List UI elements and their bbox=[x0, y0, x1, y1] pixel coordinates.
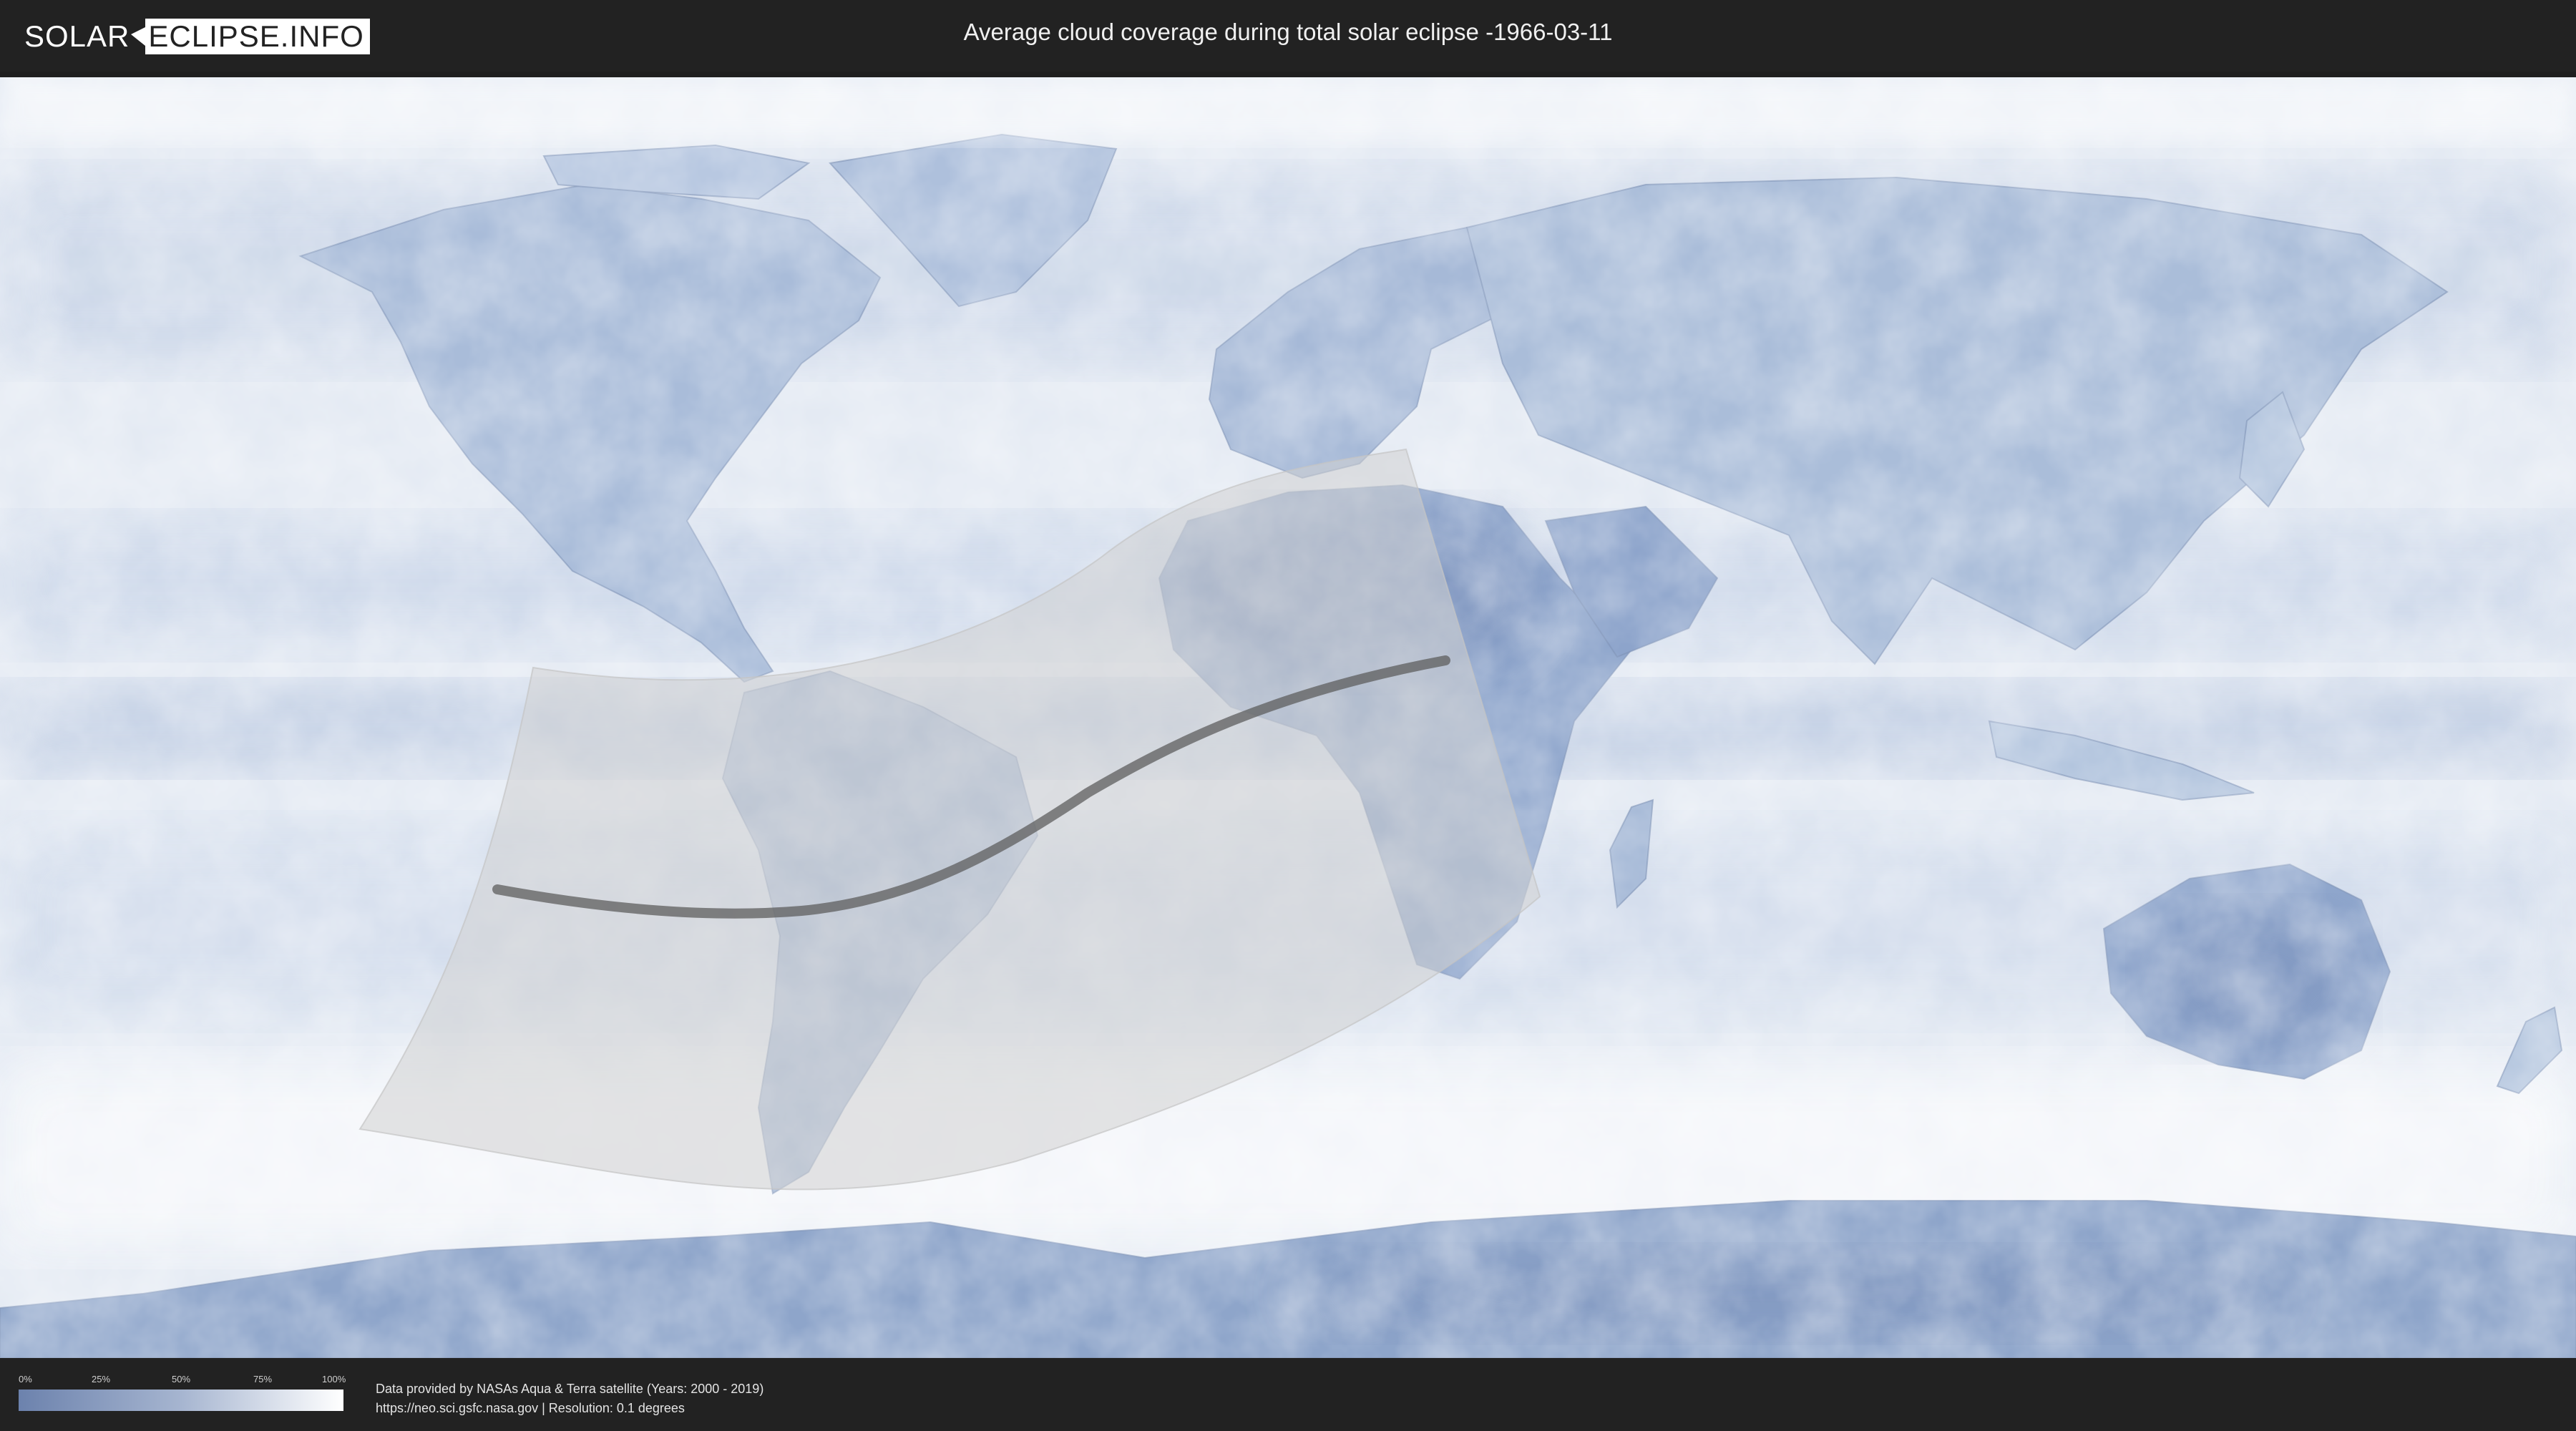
data-credits: Data provided by NASAs Aqua & Terra sate… bbox=[376, 1379, 763, 1418]
legend-tick-50: 50% bbox=[172, 1374, 191, 1384]
polar-haze bbox=[0, 77, 2576, 142]
footer-bar: 0% 25% 50% 75% 100% Data provided by NAS… bbox=[0, 1358, 2576, 1431]
credit-source: Data provided by NASAs Aqua & Terra sate… bbox=[376, 1382, 764, 1396]
cloud-coverage-map[interactable] bbox=[0, 77, 2576, 1358]
header-bar: SOLAR ECLIPSE.INFO Average cloud coverag… bbox=[0, 0, 2576, 72]
legend-tick-25: 25% bbox=[92, 1374, 111, 1384]
credit-url[interactable]: https://neo.sci.gsfc.nasa.gov | Resoluti… bbox=[376, 1399, 763, 1418]
page-title: Average cloud coverage during total sola… bbox=[963, 19, 1613, 45]
legend-tick-75: 75% bbox=[253, 1374, 273, 1384]
legend-gradient-bar bbox=[19, 1390, 343, 1411]
legend-tick-100: 100% bbox=[322, 1374, 346, 1384]
legend-tick-0: 0% bbox=[19, 1374, 32, 1384]
legend-ticks: 0% 25% 50% 75% 100% bbox=[19, 1374, 346, 1390]
cloud-coverage-legend: 0% 25% 50% 75% 100% bbox=[19, 1374, 346, 1411]
